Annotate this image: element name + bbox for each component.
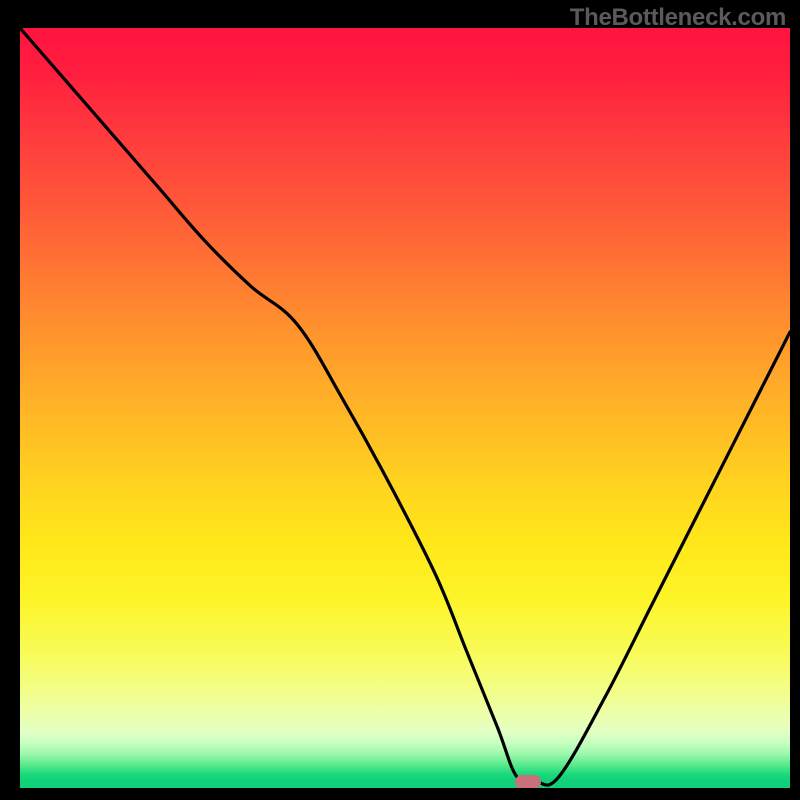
bottleneck-curve-path [20, 28, 790, 785]
watermark-text: TheBottleneck.com [570, 4, 786, 32]
plot-area [20, 28, 790, 788]
optimal-marker [515, 775, 541, 788]
chart-stage: TheBottleneck.com [0, 0, 800, 800]
bottleneck-curve-svg [20, 28, 790, 788]
